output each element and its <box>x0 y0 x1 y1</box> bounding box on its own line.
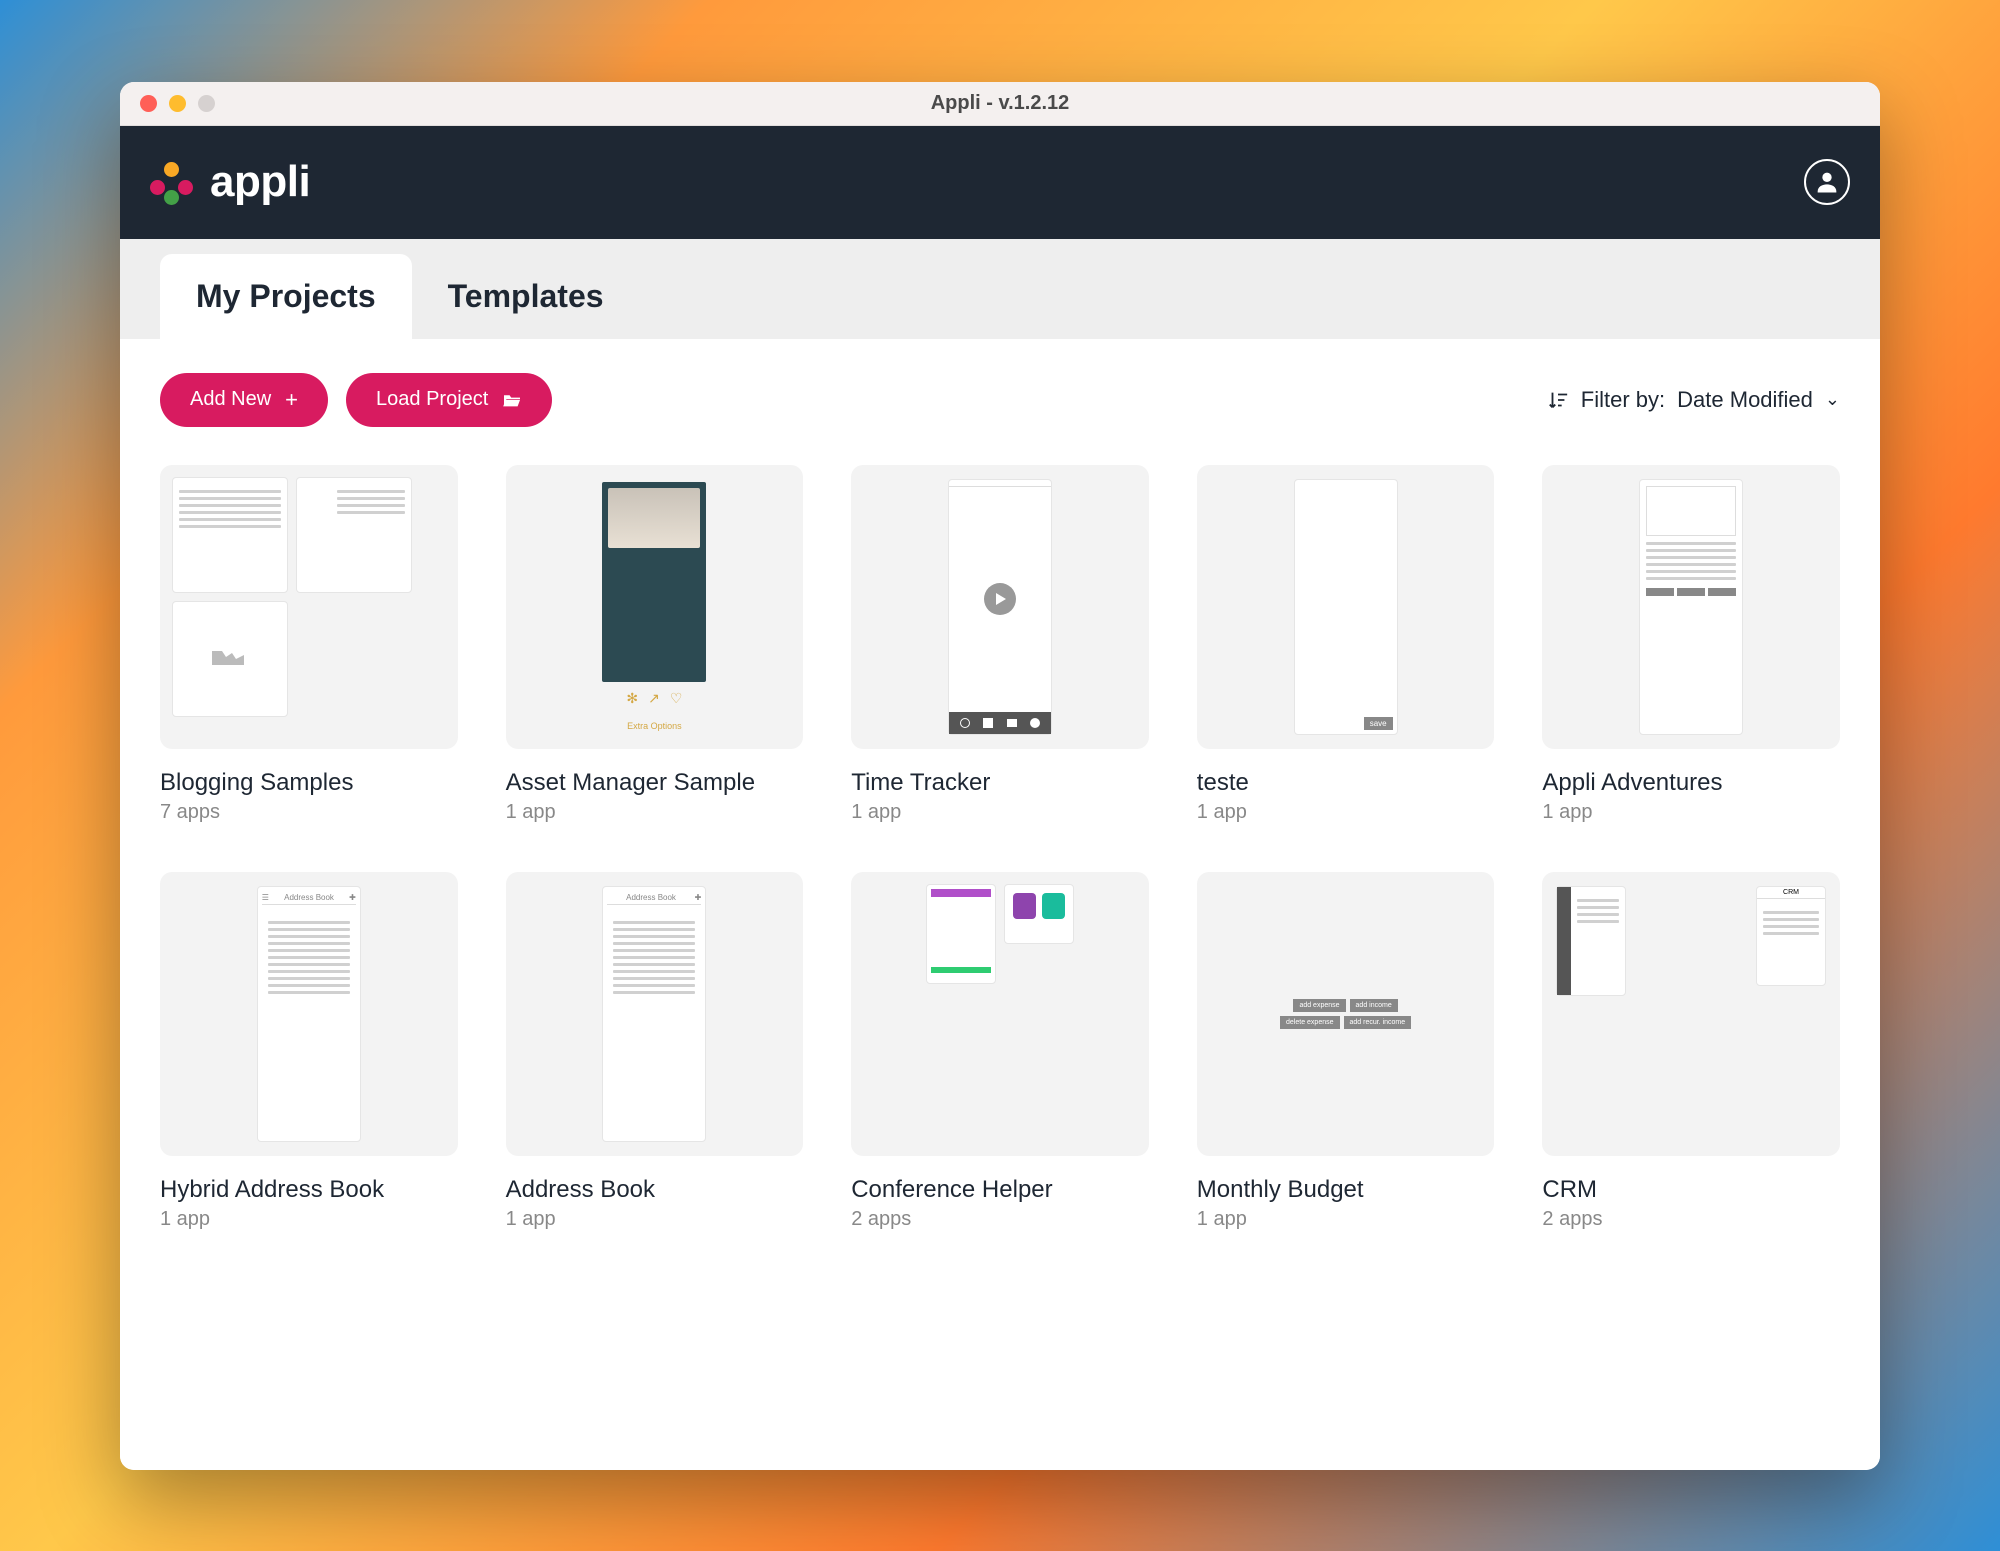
project-card[interactable]: Blogging Samples 7 apps <box>160 465 458 824</box>
content-area: Add New + Load Project Filter by: Date M… <box>120 339 1880 1470</box>
project-card[interactable]: Appli Adventures 1 app <box>1542 465 1840 824</box>
project-thumbnail: ☰Address Book✚ <box>160 872 458 1156</box>
plus-icon: + <box>285 387 298 413</box>
toolbar-left: Add New + Load Project <box>160 373 552 427</box>
folder-open-icon <box>502 392 522 408</box>
project-card[interactable]: ☰Address Book✚ Hybrid Address Book 1 app <box>160 872 458 1231</box>
tab-my-projects[interactable]: My Projects <box>160 254 412 339</box>
project-card[interactable]: save teste 1 app <box>1197 465 1495 824</box>
project-card[interactable]: Conference Helper 2 apps <box>851 872 1149 1231</box>
tabs-row: My Projects Templates <box>120 239 1880 339</box>
project-title: Address Book <box>506 1176 804 1204</box>
project-subtitle: 1 app <box>506 801 804 824</box>
add-new-label: Add New <box>190 388 271 411</box>
project-card[interactable]: add expenseadd income delete expenseadd … <box>1197 872 1495 1231</box>
window-title: Appli - v.1.2.12 <box>120 92 1880 115</box>
save-label: save <box>1364 717 1393 730</box>
tab-templates[interactable]: Templates <box>412 254 640 339</box>
project-card[interactable]: Time Tracker 1 app <box>851 465 1149 824</box>
project-thumbnail: save <box>1197 465 1495 749</box>
project-thumbnail <box>851 872 1149 1156</box>
project-title: CRM <box>1542 1176 1840 1204</box>
project-subtitle: 1 app <box>506 1208 804 1231</box>
project-thumbnail: Address Book✚ <box>506 872 804 1156</box>
project-card[interactable]: Address Book✚ Address Book 1 app <box>506 872 804 1231</box>
project-thumbnail: ✻ ↗ ♡ Extra Options <box>506 465 804 749</box>
project-title: Asset Manager Sample <box>506 769 804 797</box>
project-thumbnail: add expenseadd income delete expenseadd … <box>1197 872 1495 1156</box>
projects-grid: Blogging Samples 7 apps ✻ ↗ ♡ Extra Opti… <box>160 465 1840 1231</box>
user-account-button[interactable] <box>1804 159 1850 205</box>
project-subtitle: 1 app <box>1197 1208 1495 1231</box>
project-thumbnail: CRM <box>1542 872 1840 1156</box>
app-window: Appli - v.1.2.12 appli My Projects Templ… <box>120 82 1880 1470</box>
user-icon <box>1813 168 1841 196</box>
project-subtitle: 1 app <box>1197 801 1495 824</box>
project-title: teste <box>1197 769 1495 797</box>
sort-icon <box>1547 389 1569 411</box>
project-subtitle: 1 app <box>1542 801 1840 824</box>
project-title: Hybrid Address Book <box>160 1176 458 1204</box>
project-card[interactable]: CRM CRM 2 apps <box>1542 872 1840 1231</box>
filter-prefix: Filter by: <box>1581 387 1665 413</box>
project-card[interactable]: ✻ ↗ ♡ Extra Options Asset Manager Sample… <box>506 465 804 824</box>
app-header: appli <box>120 126 1880 239</box>
project-thumbnail <box>1542 465 1840 749</box>
project-thumbnail <box>851 465 1149 749</box>
filter-dropdown[interactable]: Filter by: Date Modified ⌄ <box>1547 387 1840 413</box>
filter-value: Date Modified <box>1677 387 1813 413</box>
project-title: Time Tracker <box>851 769 1149 797</box>
brand-logo: appli <box>150 157 310 207</box>
project-subtitle: 1 app <box>851 801 1149 824</box>
titlebar: Appli - v.1.2.12 <box>120 82 1880 126</box>
project-title: Blogging Samples <box>160 769 458 797</box>
project-subtitle: 2 apps <box>1542 1208 1840 1231</box>
project-subtitle: 1 app <box>160 1208 458 1231</box>
project-title: Appli Adventures <box>1542 769 1840 797</box>
load-project-button[interactable]: Load Project <box>346 373 552 427</box>
logo-mark-icon <box>150 160 194 204</box>
toolbar: Add New + Load Project Filter by: Date M… <box>160 373 1840 427</box>
project-title: Conference Helper <box>851 1176 1149 1204</box>
project-subtitle: 7 apps <box>160 801 458 824</box>
play-icon <box>984 583 1016 615</box>
load-project-label: Load Project <box>376 388 488 411</box>
project-title: Monthly Budget <box>1197 1176 1495 1204</box>
project-thumbnail <box>160 465 458 749</box>
chevron-down-icon: ⌄ <box>1825 389 1840 410</box>
project-subtitle: 2 apps <box>851 1208 1149 1231</box>
add-new-button[interactable]: Add New + <box>160 373 328 427</box>
brand-name: appli <box>210 157 310 207</box>
